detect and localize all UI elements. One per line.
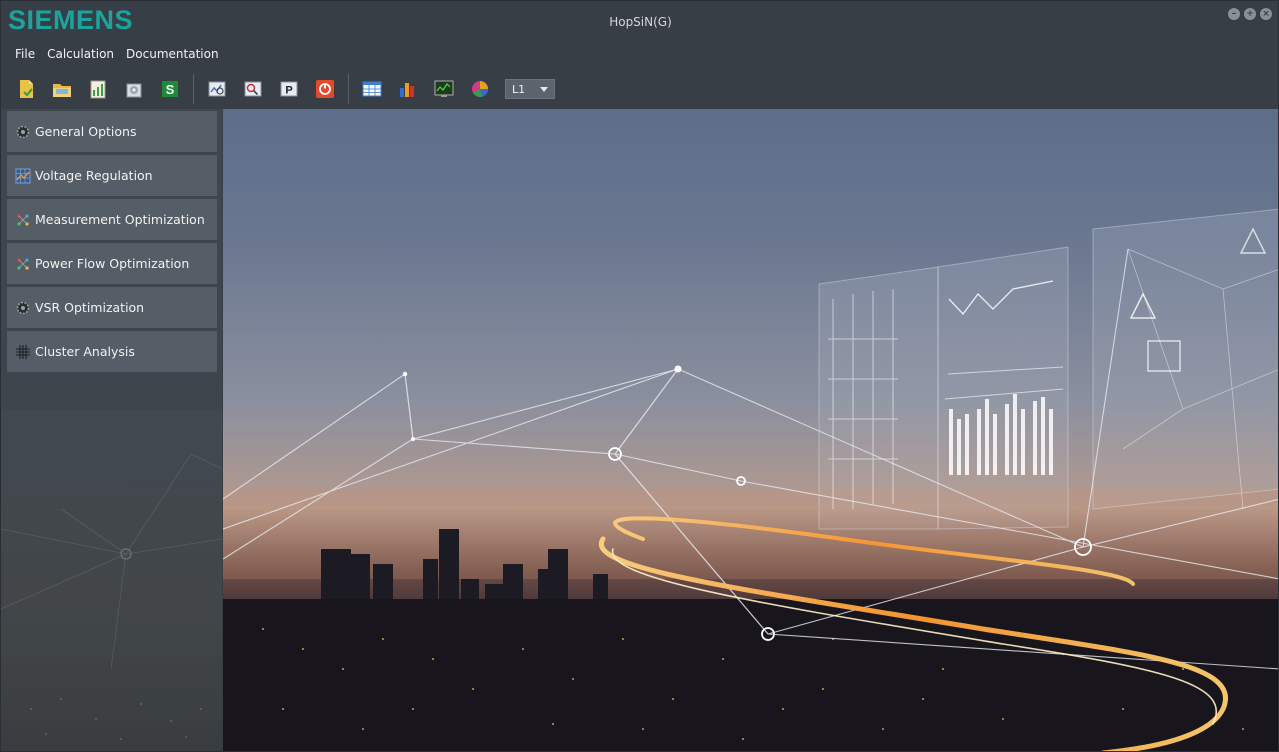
zoom-magnifier-icon — [208, 81, 226, 97]
sidebar-item-label: Cluster Analysis — [35, 344, 135, 359]
menu-file[interactable]: File — [9, 43, 41, 65]
menu-bar: File Calculation Documentation — [1, 43, 225, 65]
sidebar-item-cluster-analysis[interactable]: Cluster Analysis — [7, 331, 217, 373]
sidebar-item-label: Voltage Regulation — [35, 168, 153, 183]
zoom-network-icon — [244, 81, 262, 97]
gear-icon — [15, 124, 31, 140]
sidebar-item-label: Power Flow Optimization — [35, 256, 190, 271]
sidebar-item-measurement-optimization[interactable]: Measurement Optimization — [7, 199, 217, 241]
new-file-button[interactable] — [13, 76, 39, 102]
svg-text:S: S — [166, 82, 175, 97]
svg-text:P: P — [285, 85, 292, 97]
sidebar-item-label: VSR Optimization — [35, 300, 145, 315]
gear-icon — [15, 300, 31, 316]
new-file-icon — [20, 80, 33, 98]
sidebar-item-vsr-optimization[interactable]: VSR Optimization — [7, 287, 217, 329]
nodes-icon — [15, 256, 31, 272]
nodes-icon — [15, 212, 31, 228]
maximize-button[interactable]: + — [1244, 8, 1256, 20]
menu-documentation[interactable]: Documentation — [120, 43, 225, 65]
edit-chart-icon — [90, 80, 106, 99]
grid-chart-icon — [15, 168, 31, 184]
sidebar: General Options Voltage Regulation Measu… — [1, 109, 222, 751]
pie-chart-button[interactable] — [467, 76, 493, 102]
sidebar-item-power-flow-optimization[interactable]: Power Flow Optimization — [7, 243, 217, 285]
p-report-button[interactable]: P — [276, 76, 302, 102]
phase-select[interactable]: L1 — [505, 79, 555, 99]
zoom-network-button[interactable] — [240, 76, 266, 102]
window-title: HopSiN(G) — [609, 15, 672, 29]
sidebar-item-general-options[interactable]: General Options — [7, 111, 217, 153]
toolbar-separator — [348, 74, 349, 104]
settings-button[interactable] — [121, 76, 147, 102]
hash-grid-icon — [15, 344, 31, 360]
settings-gear-icon — [126, 83, 142, 98]
menu-calculation[interactable]: Calculation — [41, 43, 120, 65]
close-button[interactable]: × — [1260, 8, 1272, 20]
sidebar-item-label: Measurement Optimization — [35, 212, 205, 227]
chevron-down-icon — [540, 86, 548, 92]
toolbar: S P L1 — [1, 71, 1278, 107]
phase-select-value: L1 — [512, 82, 526, 96]
bar-chart-button[interactable] — [395, 76, 421, 102]
app-window: SIEMENS HopSiN(G) – + × File Calculation… — [0, 0, 1279, 752]
power-stop-icon — [316, 80, 334, 98]
monitor-chart-button[interactable] — [431, 76, 457, 102]
monitor-chart-icon — [434, 80, 454, 97]
bar-chart-icon — [400, 83, 414, 97]
edit-chart-button[interactable] — [85, 76, 111, 102]
title-bar: SIEMENS HopSiN(G) – + × — [1, 1, 1278, 41]
toolbar-separator — [193, 74, 194, 104]
sidebar-item-voltage-regulation[interactable]: Voltage Regulation — [7, 155, 217, 197]
open-folder-icon — [53, 84, 71, 97]
minimize-button[interactable]: – — [1228, 8, 1240, 20]
table-grid-icon — [362, 81, 382, 97]
zoom-button[interactable] — [204, 76, 230, 102]
sidebar-item-label: General Options — [35, 124, 137, 139]
open-folder-button[interactable] — [49, 76, 75, 102]
s-green-icon: S — [162, 81, 178, 97]
stop-button[interactable] — [312, 76, 338, 102]
s-button[interactable]: S — [157, 76, 183, 102]
city-network-illustration — [223, 208, 1278, 751]
window-controls: – + × — [1228, 8, 1272, 20]
hero-image — [223, 109, 1278, 751]
sidebar-background-image — [1, 409, 222, 751]
table-button[interactable] — [359, 76, 385, 102]
p-report-icon: P — [280, 81, 298, 97]
pie-chart-icon — [472, 81, 488, 97]
